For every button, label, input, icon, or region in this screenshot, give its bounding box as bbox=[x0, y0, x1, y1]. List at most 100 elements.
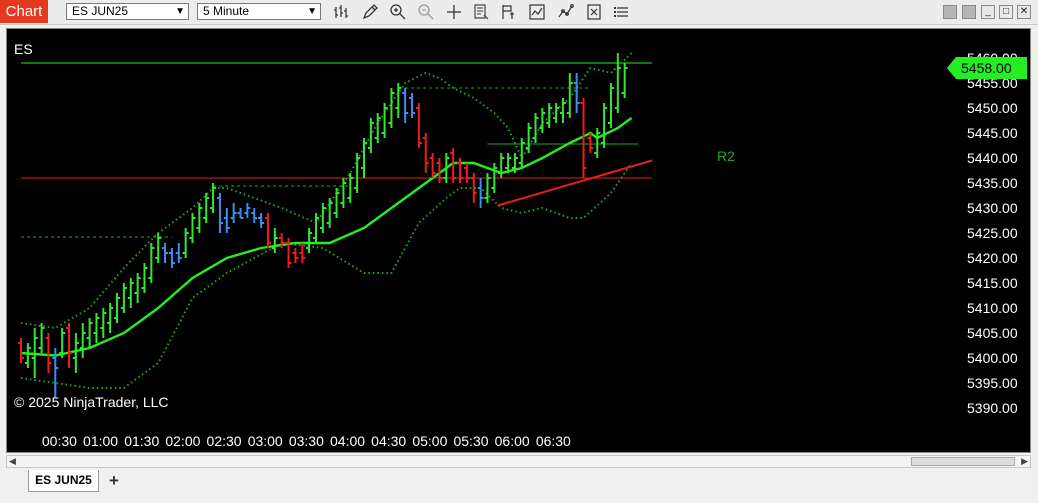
horizontal-scrollbar[interactable]: ◀ ▶ bbox=[6, 455, 1031, 468]
ohlc-bars[interactable] bbox=[18, 53, 628, 398]
price-bar[interactable] bbox=[354, 153, 361, 193]
price-bar[interactable] bbox=[107, 303, 114, 333]
price-bar[interactable] bbox=[614, 53, 621, 113]
properties-icon[interactable] bbox=[585, 3, 603, 21]
price-bar[interactable] bbox=[532, 113, 539, 143]
price-bar[interactable] bbox=[422, 133, 429, 173]
price-bar[interactable] bbox=[402, 88, 409, 123]
price-bar[interactable] bbox=[72, 333, 79, 373]
price-bar[interactable] bbox=[594, 128, 601, 158]
price-bar[interactable] bbox=[525, 123, 532, 153]
close-icon[interactable]: ✕ bbox=[1017, 5, 1031, 19]
price-bar[interactable] bbox=[312, 213, 319, 243]
price-bar[interactable] bbox=[621, 63, 628, 98]
price-bar[interactable] bbox=[498, 153, 505, 178]
price-bar[interactable] bbox=[251, 208, 258, 223]
price-bar[interactable] bbox=[162, 243, 169, 263]
price-bar[interactable] bbox=[607, 83, 614, 128]
price-bar[interactable] bbox=[429, 153, 436, 178]
price-bar[interactable] bbox=[155, 233, 162, 263]
pin-window-icon[interactable] bbox=[943, 5, 957, 19]
price-bar[interactable] bbox=[182, 228, 189, 258]
data-box-icon[interactable] bbox=[472, 3, 490, 21]
price-bar[interactable] bbox=[546, 103, 553, 128]
price-bar[interactable] bbox=[148, 243, 155, 283]
crosshair-icon[interactable] bbox=[445, 3, 463, 21]
scroll-right-icon[interactable]: ▶ bbox=[1021, 456, 1028, 467]
price-bar[interactable] bbox=[333, 188, 340, 218]
price-bar[interactable] bbox=[415, 103, 422, 148]
price-bar[interactable] bbox=[230, 203, 237, 223]
price-bar[interactable] bbox=[271, 228, 278, 253]
price-bar[interactable] bbox=[127, 278, 134, 308]
price-chart[interactable]: 5460.005455.005450.005445.005440.005435.… bbox=[7, 29, 1030, 452]
price-bar[interactable] bbox=[114, 293, 121, 323]
price-bar[interactable] bbox=[196, 203, 203, 233]
price-bar[interactable] bbox=[477, 178, 484, 208]
price-bar[interactable] bbox=[120, 283, 127, 313]
x-tick-label: 05:00 bbox=[412, 433, 447, 449]
price-bar[interactable] bbox=[306, 228, 313, 253]
add-tab-icon[interactable]: + bbox=[103, 471, 125, 491]
scrollbar-thumb[interactable] bbox=[911, 457, 1015, 466]
price-bar[interactable] bbox=[539, 108, 546, 133]
instrument-tab[interactable]: ES JUN25 bbox=[28, 470, 99, 492]
price-bar[interactable] bbox=[367, 118, 374, 153]
zoom-in-icon[interactable] bbox=[389, 3, 407, 21]
y-tick-label: 5410.00 bbox=[967, 300, 1018, 316]
price-bar[interactable] bbox=[457, 158, 464, 183]
price-bar[interactable] bbox=[409, 93, 416, 118]
price-bar[interactable] bbox=[175, 243, 182, 263]
price-bar[interactable] bbox=[79, 323, 86, 358]
price-bar[interactable] bbox=[388, 88, 395, 128]
price-bar[interactable] bbox=[216, 193, 223, 233]
menu-icon[interactable] bbox=[613, 3, 631, 21]
price-bar[interactable] bbox=[141, 263, 148, 293]
strategies-icon[interactable] bbox=[557, 3, 575, 21]
price-bar[interactable] bbox=[210, 183, 217, 213]
chart-trader-icon[interactable] bbox=[500, 3, 518, 21]
price-bar[interactable] bbox=[38, 323, 45, 353]
price-bar[interactable] bbox=[93, 313, 100, 343]
price-bar[interactable] bbox=[573, 73, 580, 113]
minimize-icon[interactable]: _ bbox=[981, 5, 995, 19]
price-bar[interactable] bbox=[237, 208, 244, 219]
price-bar[interactable] bbox=[24, 343, 31, 368]
price-bar[interactable] bbox=[361, 138, 367, 178]
price-bar[interactable] bbox=[264, 213, 271, 248]
drawing-tool-icon[interactable] bbox=[361, 3, 379, 21]
price-bar[interactable] bbox=[244, 203, 251, 218]
price-bar[interactable] bbox=[86, 318, 93, 348]
price-bar[interactable] bbox=[381, 103, 388, 138]
interval-selector[interactable]: 5 Minute ▼ bbox=[197, 3, 321, 20]
price-bar[interactable] bbox=[189, 213, 196, 243]
price-bar[interactable] bbox=[566, 73, 573, 118]
price-bar[interactable] bbox=[18, 338, 24, 363]
price-bar[interactable] bbox=[395, 83, 402, 118]
price-bar[interactable] bbox=[559, 98, 566, 123]
indicators-icon[interactable] bbox=[528, 3, 546, 21]
price-bar[interactable] bbox=[168, 248, 175, 268]
price-bar[interactable] bbox=[100, 308, 107, 338]
price-bar[interactable] bbox=[66, 323, 73, 368]
time-axis: 00:30 01:00 01:30 02:00 02:30 03:00 03:30 04:00… bbox=[42, 433, 571, 449]
scroll-left-icon[interactable]: ◀ bbox=[9, 456, 16, 467]
instrument-selector[interactable]: ES JUN25 ▼ bbox=[66, 3, 189, 20]
link-window-icon[interactable] bbox=[962, 5, 976, 19]
price-bar[interactable] bbox=[292, 248, 299, 263]
chart-panel[interactable]: 5460.005455.005450.005445.005440.005435.… bbox=[6, 28, 1031, 453]
zoom-out-icon[interactable] bbox=[417, 3, 435, 21]
maximize-icon[interactable]: □ bbox=[999, 5, 1013, 19]
price-bar[interactable] bbox=[258, 213, 265, 228]
price-bar[interactable] bbox=[463, 163, 470, 183]
window-title-tab[interactable]: Chart bbox=[0, 0, 48, 23]
price-bar[interactable] bbox=[319, 203, 326, 233]
price-bar[interactable] bbox=[134, 273, 141, 303]
price-bar[interactable] bbox=[223, 208, 230, 233]
price-bar[interactable] bbox=[326, 198, 333, 228]
price-bar[interactable] bbox=[601, 103, 608, 148]
price-bar[interactable] bbox=[553, 103, 560, 123]
bar-type-icon[interactable] bbox=[332, 3, 350, 21]
price-bar[interactable] bbox=[45, 333, 52, 373]
price-bar[interactable] bbox=[340, 178, 347, 208]
